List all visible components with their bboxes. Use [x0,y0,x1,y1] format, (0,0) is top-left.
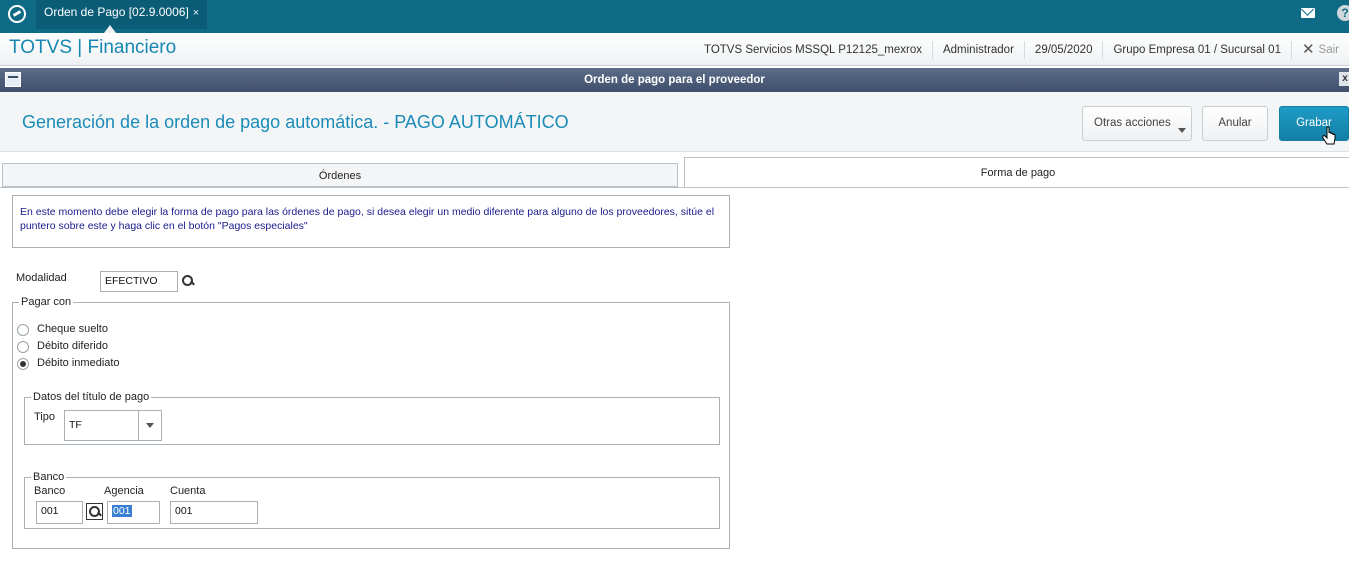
option-cheque-suelto: Cheque suelto [37,323,108,335]
tab-strip: Órdenes Forma de pago [0,152,1349,188]
tab-ordenes[interactable]: Órdenes [2,163,678,187]
tab-content: En este momento debe elegir la forma de … [0,188,1349,563]
radio-debito-inmediato[interactable] [17,358,29,370]
modalidad-field[interactable]: EFECTIVO [100,271,178,292]
banco-group: Banco Banco Agencia Cuenta 001 001 001 [24,471,720,529]
dialog-close-button[interactable]: x [1339,72,1349,86]
banco-label: Banco [34,485,66,497]
chevron-down-icon [1178,128,1186,133]
tab-label: Orden de Pago [02.9.0006] [44,5,189,19]
session-info: TOTVS Servicios MSSQL P12125_mexrox Admi… [694,33,1349,66]
exit-link[interactable]: Sair [1319,41,1349,59]
top-bar: Orden de Pago [02.9.0006] × ? [0,0,1349,33]
session-date: 29/05/2020 [1023,40,1103,59]
tab-close-icon[interactable]: × [193,7,199,19]
option-debito-inmediato: Débito inmediato [37,357,120,369]
tipo-label: Tipo [34,411,55,423]
chevron-down-icon[interactable] [138,411,161,440]
mail-icon[interactable] [1301,8,1315,18]
search-icon [88,505,102,519]
close-icon[interactable]: ✕ [1290,40,1319,59]
pagar-con-group: Pagar con Cheque suelto Débito diferido … [12,296,730,549]
banco-legend: Banco [31,471,67,483]
totvs-logo-icon[interactable] [8,5,26,23]
active-tab-indicator [104,25,116,33]
other-actions-button[interactable]: Otras acciones [1082,106,1192,141]
hand-cursor-icon [1322,126,1336,145]
pagar-con-legend: Pagar con [19,296,74,308]
info-message: En este momento debe elegir la forma de … [12,195,730,248]
radio-cheque-suelto[interactable] [17,324,29,336]
radio-debito-diferido[interactable] [17,341,29,353]
option-debito-diferido: Débito diferido [37,340,108,352]
save-button[interactable]: Grabar [1279,106,1349,141]
dialog-title-bar: Orden de pago para el proveedor x [0,68,1349,92]
dialog-title: Orden de pago para el proveedor [584,74,765,86]
agencia-label: Agencia [104,485,144,497]
app-title: TOTVS | Financiero [9,37,177,58]
datos-titulo-legend: Datos del título de pago [31,391,152,403]
form-header: Generación de la orden de pago automátic… [0,92,1349,152]
window-menu-icon[interactable] [5,72,21,87]
tab-orden-de-pago[interactable]: Orden de Pago [02.9.0006] × [36,0,208,29]
cuenta-label: Cuenta [170,485,206,497]
tipo-value: TF [69,419,82,431]
page-title: Generación de la orden de pago automátic… [22,112,569,132]
tab-forma-de-pago[interactable]: Forma de pago [684,157,1349,188]
modalidad-label: Modalidad [16,272,67,284]
other-actions-label: Otras acciones [1094,117,1171,129]
tipo-select[interactable]: TF [64,410,162,441]
banco-field[interactable]: 001 [36,501,83,524]
server-info: TOTVS Servicios MSSQL P12125_mexrox [704,43,922,56]
banco-search-button[interactable] [86,503,103,520]
agencia-field[interactable]: 001 [107,501,160,524]
search-icon[interactable] [181,274,195,288]
cuenta-field[interactable]: 001 [170,501,258,524]
cancel-button[interactable]: Anular [1202,106,1268,141]
agencia-value: 001 [112,505,132,517]
user-name: Administrador [931,40,1024,59]
company-info: Grupo Empresa 01 / Sucursal 01 [1102,40,1290,59]
help-icon[interactable]: ? [1337,5,1349,21]
app-header: TOTVS | Financiero TOTVS Servicios MSSQL… [0,33,1349,66]
datos-titulo-group: Datos del título de pago Tipo TF [24,391,720,445]
